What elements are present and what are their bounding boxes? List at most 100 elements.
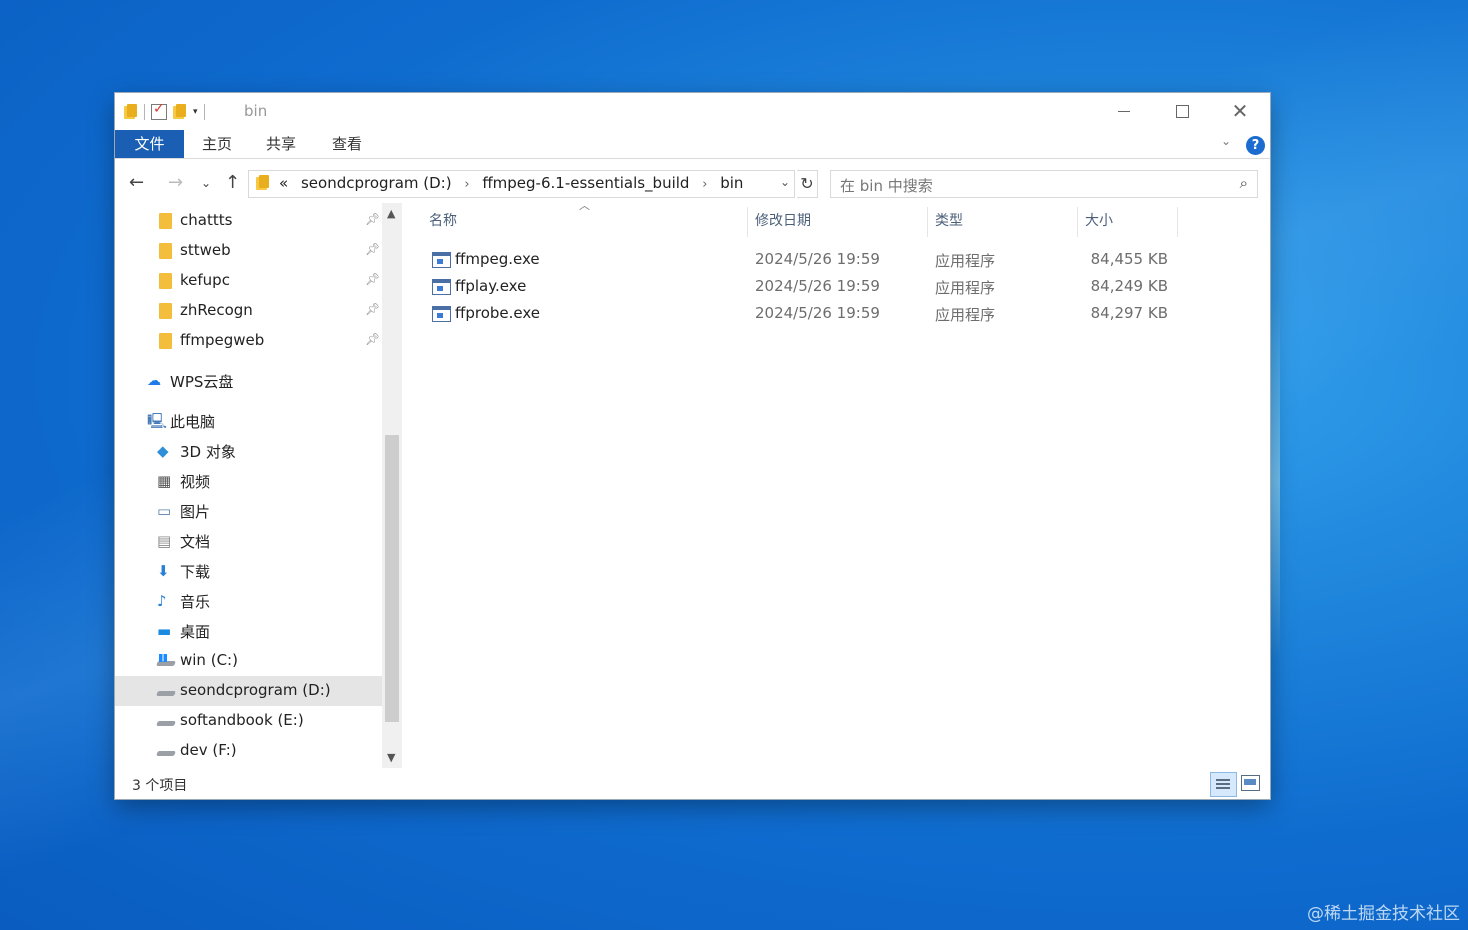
breadcrumb-ffmpeg[interactable]: ffmpeg-6.1-essentials_build xyxy=(482,174,689,192)
film-icon: ▦ xyxy=(157,472,172,490)
customize-toolbar-icon[interactable]: ▾ xyxy=(193,107,198,117)
sidebar-item-drive-c[interactable]: win (C:) xyxy=(115,646,382,676)
sidebar-item-videos[interactable]: ▦ 视频 xyxy=(115,466,382,496)
expand-ribbon-chevron-icon[interactable]: ⌄ xyxy=(1221,134,1231,148)
download-icon: ⬇ xyxy=(157,562,170,580)
file-explorer-window: ▾ bin ✕ 文件 主页 共享 查看 ⌄ ? ← → ⌄ ↑ « seondc… xyxy=(115,93,1270,799)
sidebar-item-chattts[interactable]: chattts 📌︎ xyxy=(115,206,382,236)
breadcrumb-bin[interactable]: bin xyxy=(720,174,743,192)
sidebar-item-downloads[interactable]: ⬇ 下载 xyxy=(115,556,382,586)
sidebar-item-pictures[interactable]: ▭ 图片 xyxy=(115,496,382,526)
close-button[interactable]: ✕ xyxy=(1211,93,1269,129)
navigation-pane: chattts 📌︎ sttweb 📌︎ kefupc 📌︎ zhRecogn 📌︎ f… xyxy=(115,203,382,768)
computer-icon: 🖳︎ xyxy=(147,412,168,430)
folder-icon xyxy=(157,213,175,229)
column-divider[interactable] xyxy=(747,207,748,237)
breadcrumb-overflow[interactable]: « xyxy=(279,174,288,192)
sidebar-item-documents[interactable]: ▤ 文档 xyxy=(115,526,382,556)
sidebar-item-wps-cloud[interactable]: ☁ WPS云盘 xyxy=(115,366,382,396)
chevron-up-icon[interactable]: ▲ xyxy=(387,207,395,220)
recent-locations-icon[interactable]: ⌄ xyxy=(201,176,211,190)
breadcrumb-drive[interactable]: seondcprogram (D:) xyxy=(301,174,452,192)
file-type: 应用程序 xyxy=(935,252,996,270)
sidebar-item-desktop[interactable]: ▬ 桌面 xyxy=(115,616,382,646)
breadcrumb: « seondcprogram (D:) › ffmpeg-6.1-essent… xyxy=(279,174,743,192)
sidebar-item-sttweb[interactable]: sttweb 📌︎ xyxy=(115,236,382,266)
tab-share[interactable]: 共享 xyxy=(261,130,301,158)
divider xyxy=(144,104,145,120)
folder-icon xyxy=(256,175,270,191)
file-type: 应用程序 xyxy=(935,306,996,324)
file-row[interactable]: ffplay.exe 2024/5/26 19:59 应用程序 84,249 K… xyxy=(413,274,1270,301)
properties-icon[interactable] xyxy=(151,101,167,120)
chevron-right-icon[interactable]: › xyxy=(702,177,707,192)
help-icon[interactable]: ? xyxy=(1246,136,1265,155)
tab-home[interactable]: 主页 xyxy=(197,130,237,158)
file-type: 应用程序 xyxy=(935,279,996,297)
status-bar: 3 个项目 xyxy=(115,769,1270,799)
chevron-right-icon[interactable]: › xyxy=(464,177,469,192)
folder-icon xyxy=(157,303,175,319)
sidebar-item-music[interactable]: ♪ 音乐 xyxy=(115,586,382,616)
sidebar-item-3d-objects[interactable]: ◆ 3D 对象 xyxy=(115,436,382,466)
search-input[interactable]: 在 bin 中搜索 ⌕ xyxy=(830,170,1258,198)
column-header-date[interactable]: 修改日期 xyxy=(755,203,811,239)
sidebar-item-this-pc[interactable]: 🖳︎ 此电脑 xyxy=(115,406,382,436)
quick-access-toolbar: ▾ xyxy=(124,101,205,122)
address-bar[interactable]: « seondcprogram (D:) › ffmpeg-6.1-essent… xyxy=(248,170,795,198)
chevron-down-icon[interactable]: ▼ xyxy=(387,751,395,764)
file-row[interactable]: ffmpeg.exe 2024/5/26 19:59 应用程序 84,455 K… xyxy=(413,247,1270,274)
tab-file[interactable]: 文件 xyxy=(115,130,184,158)
ribbon-tabs: 文件 主页 共享 查看 ⌄ ? xyxy=(115,130,1270,159)
up-button[interactable]: ↑ xyxy=(225,172,240,193)
sidebar-item-drive-d[interactable]: seondcprogram (D:) xyxy=(115,676,382,706)
folder-icon xyxy=(157,333,175,349)
file-size: 84,297 KB xyxy=(1090,304,1168,322)
search-icon: ⌕ xyxy=(1239,174,1248,192)
file-row[interactable]: ffprobe.exe 2024/5/26 19:59 应用程序 84,297 … xyxy=(413,301,1270,328)
divider xyxy=(203,104,205,120)
file-date: 2024/5/26 19:59 xyxy=(755,250,880,268)
large-icons-view-icon[interactable] xyxy=(1241,775,1260,791)
cube-icon: ◆ xyxy=(157,442,169,460)
document-icon: ▤ xyxy=(157,532,172,550)
chevron-down-icon[interactable]: ⌄ xyxy=(780,175,790,189)
navigation-scrollbar[interactable]: ▲ ▼ xyxy=(382,203,402,768)
cloud-icon: ☁ xyxy=(147,373,161,389)
drive-icon xyxy=(157,713,175,729)
sidebar-item-drive-e[interactable]: softandbook (E:) xyxy=(115,706,382,736)
sidebar-item-kefupc[interactable]: kefupc 📌︎ xyxy=(115,266,382,296)
drive-icon xyxy=(157,683,175,699)
sidebar-item-zhrecogn[interactable]: zhRecogn 📌︎ xyxy=(115,296,382,326)
column-header-type[interactable]: 类型 xyxy=(935,203,963,239)
column-divider[interactable] xyxy=(1077,207,1078,237)
file-date: 2024/5/26 19:59 xyxy=(755,304,880,322)
windows-drive-icon xyxy=(157,653,175,669)
column-divider[interactable] xyxy=(1177,207,1178,237)
file-name: ffmpeg.exe xyxy=(455,250,540,268)
scrollbar-thumb[interactable] xyxy=(385,435,399,722)
folder-icon xyxy=(157,273,175,289)
close-icon: ✕ xyxy=(1231,99,1249,123)
refresh-button[interactable]: ↻ xyxy=(797,170,818,198)
sidebar-item-drive-f[interactable]: dev (F:) xyxy=(115,736,382,766)
file-size: 84,455 KB xyxy=(1090,250,1168,268)
forward-button[interactable]: → xyxy=(168,172,183,193)
file-name: ffprobe.exe xyxy=(455,304,540,322)
maximize-button[interactable] xyxy=(1153,93,1211,129)
item-count: 3 个项目 xyxy=(132,778,188,794)
picture-icon: ▭ xyxy=(157,502,172,520)
back-button[interactable]: ← xyxy=(129,172,144,193)
tab-view[interactable]: 查看 xyxy=(327,130,367,158)
minimize-button[interactable] xyxy=(1095,93,1153,129)
details-view-icon[interactable] xyxy=(1210,772,1237,797)
folder-icon xyxy=(157,243,175,259)
sidebar-item-ffmpegweb[interactable]: ffmpegweb 📌︎ xyxy=(115,326,382,356)
new-folder-icon[interactable] xyxy=(173,104,187,120)
file-name: ffplay.exe xyxy=(455,277,527,295)
column-divider[interactable] xyxy=(927,207,928,237)
wallpaper-glow xyxy=(1270,300,1280,660)
column-header-size[interactable]: 大小 xyxy=(1085,203,1113,239)
column-header-name[interactable]: 名称 xyxy=(429,203,457,239)
exe-file-icon xyxy=(432,252,451,268)
